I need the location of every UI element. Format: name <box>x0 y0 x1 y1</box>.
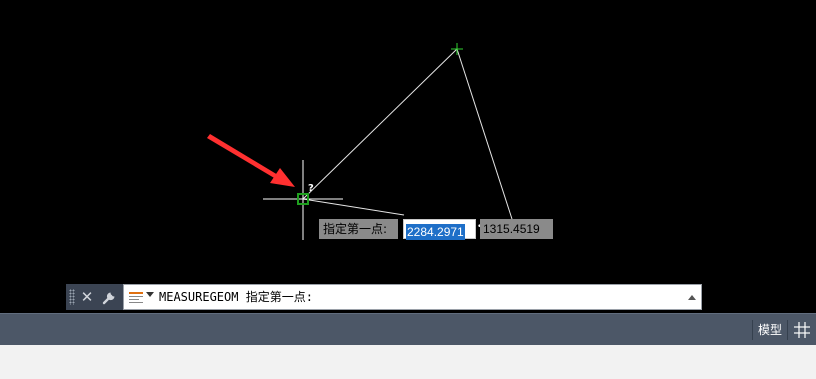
x-value-selected: 2284.2971 <box>406 224 465 240</box>
command-history-icon[interactable] <box>129 292 143 304</box>
cursor-badge: ? <box>308 183 314 194</box>
grip-handle-icon[interactable] <box>69 289 75 305</box>
command-line-input[interactable]: MEASUREGEOM 指定第一点: <box>123 284 702 310</box>
drawn-line-right <box>456 48 513 220</box>
annotation-arrow-icon <box>207 134 295 187</box>
drawn-line-bottom <box>302 198 405 216</box>
dynamic-input-x-field[interactable]: 2284.2971 <box>403 219 476 240</box>
close-icon[interactable]: ✕ <box>79 287 95 307</box>
grid-icon[interactable] <box>793 321 811 339</box>
command-text: MEASUREGEOM 指定第一点: <box>159 290 313 304</box>
dynamic-input-y-field[interactable]: 1315.4519 <box>480 219 553 239</box>
dynamic-input-prompt: 指定第一点: <box>319 219 398 239</box>
scroll-up-icon[interactable] <box>688 295 696 300</box>
status-bar: 模型 <box>0 313 816 345</box>
dropdown-arrow-icon[interactable] <box>146 292 154 297</box>
drawing-canvas[interactable]: ? 指定第一点: 2284.2971 • 1315.4519 <box>0 0 816 313</box>
model-space-button[interactable]: 模型 <box>752 320 788 340</box>
wrench-icon[interactable] <box>101 288 119 306</box>
drawn-line-left <box>302 48 458 200</box>
drawing-area-graphics: ? <box>207 43 513 240</box>
